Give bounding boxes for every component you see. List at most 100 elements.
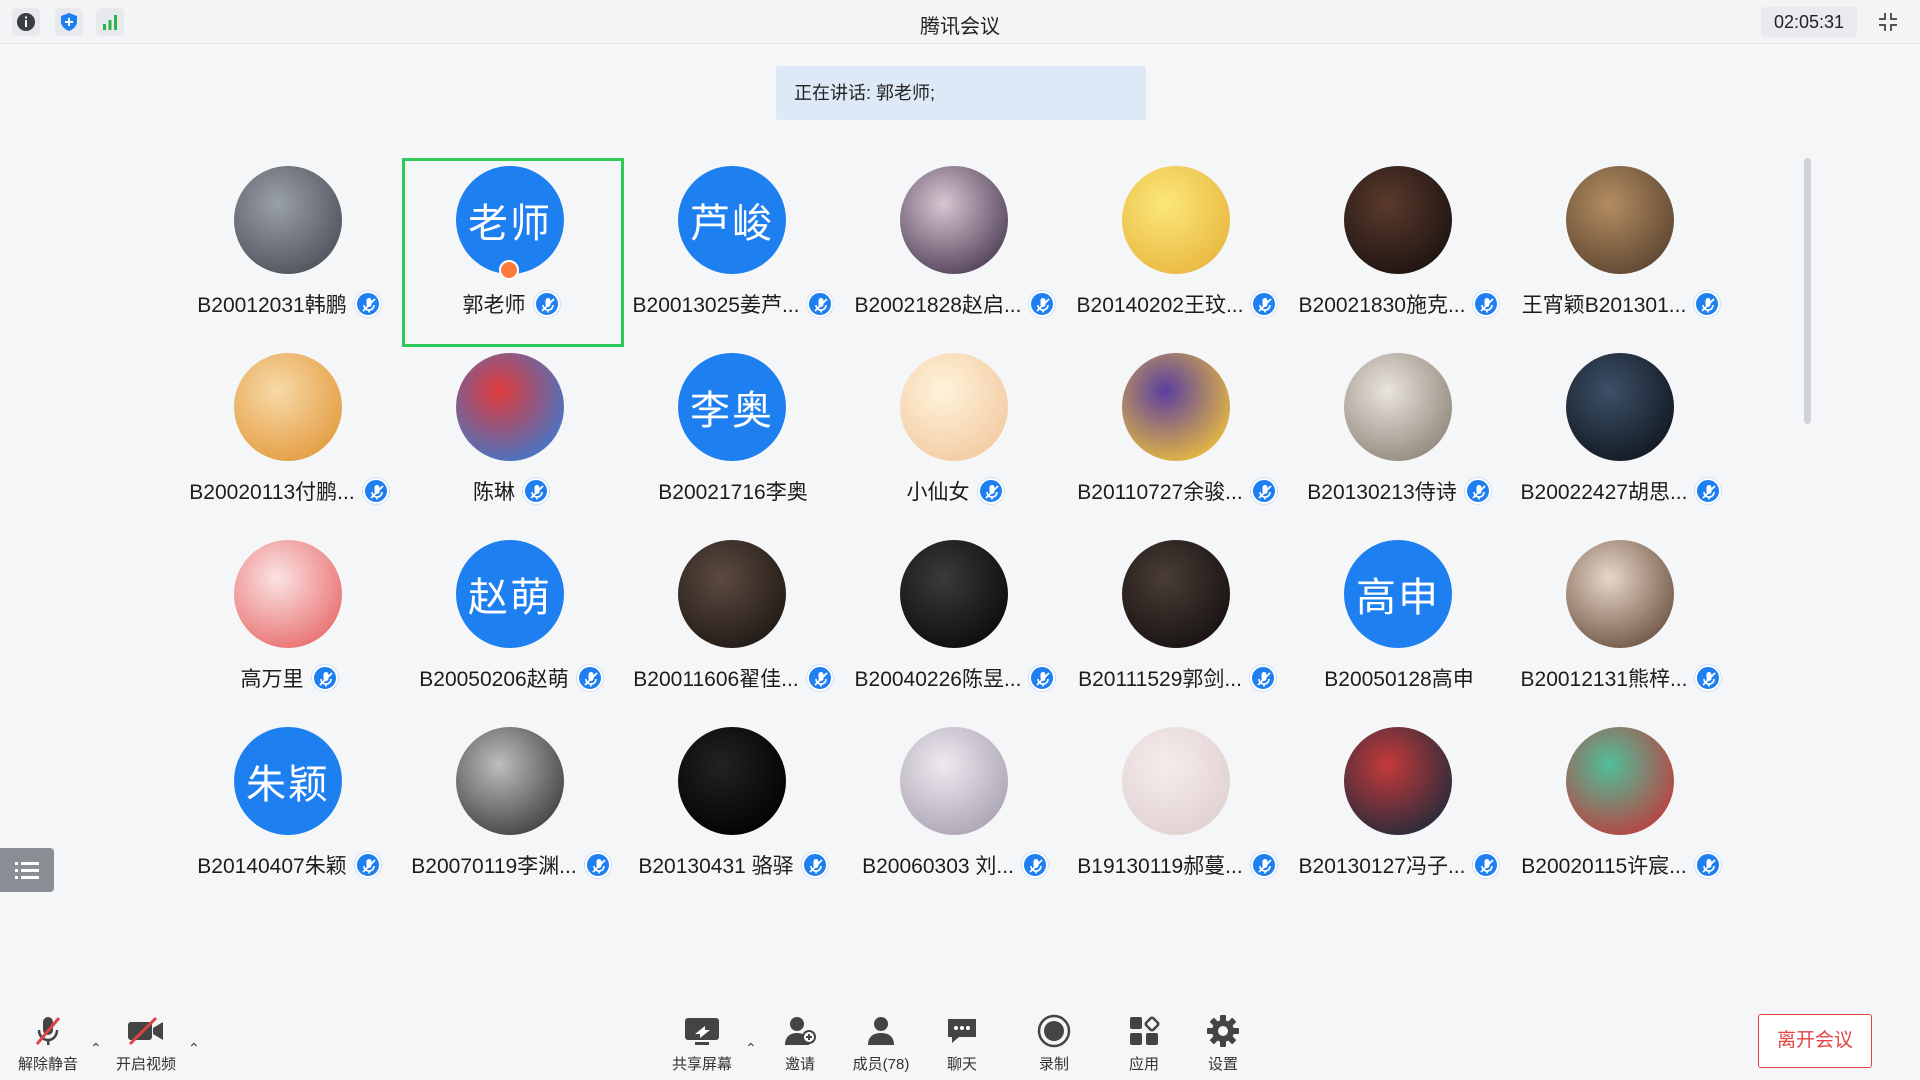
- participant-tile[interactable]: 高申 B20050128高申: [1288, 530, 1510, 717]
- avatar-photo: [900, 540, 1008, 648]
- participant-tile[interactable]: B20070119李渊...: [400, 717, 622, 904]
- participant-name-row: B20130127冯子...: [1288, 848, 1510, 882]
- participant-tile[interactable]: B20060303 刘...: [844, 717, 1066, 904]
- participant-tile[interactable]: B20040226陈昱...: [844, 530, 1066, 717]
- chat-button[interactable]: 聊天: [922, 1014, 1002, 1074]
- participant-tile[interactable]: B20012031韩鹏: [178, 156, 400, 343]
- fullscreen-exit-icon[interactable]: [1872, 7, 1904, 37]
- participant-name-row: B20022427胡思...: [1510, 474, 1732, 508]
- participant-tile[interactable]: 王宵颖B201301...: [1510, 156, 1732, 343]
- participant-tile[interactable]: 陈琳: [400, 343, 622, 530]
- invite-button[interactable]: 邀请: [760, 1014, 840, 1074]
- start-video-button[interactable]: 开启视频: [106, 1014, 186, 1074]
- apps-button[interactable]: 应用: [1104, 1014, 1184, 1074]
- scrollbar[interactable]: [1804, 158, 1811, 424]
- participant-name: B20060303 刘...: [862, 855, 1014, 878]
- video-options-caret[interactable]: ⌃: [188, 1040, 200, 1057]
- avatar[interactable]: [1566, 540, 1674, 648]
- participant-grid: B20012031韩鹏 老师 郭老师 芦峻 B20013025姜芦... B2002182…: [178, 156, 1738, 904]
- avatar[interactable]: [900, 166, 1008, 274]
- avatar[interactable]: 李奥: [678, 353, 786, 461]
- avatar[interactable]: [234, 540, 342, 648]
- avatar[interactable]: [1122, 353, 1230, 461]
- participant-tile[interactable]: 朱颖 B20140407朱颖: [178, 717, 400, 904]
- participant-tile[interactable]: B20140202王玟...: [1066, 156, 1288, 343]
- participant-tile[interactable]: B20020113付鹏...: [178, 343, 400, 530]
- participant-name: B20021828赵启...: [854, 294, 1022, 317]
- apps-icon: [1127, 1014, 1161, 1048]
- avatar[interactable]: 朱颖: [234, 727, 342, 835]
- avatar-photo: [900, 727, 1008, 835]
- participant-tile[interactable]: 老师 郭老师: [400, 156, 624, 347]
- add-user-icon: [783, 1014, 817, 1048]
- participant-tile[interactable]: B20130213侍诗: [1288, 343, 1510, 530]
- record-button[interactable]: 录制: [1014, 1014, 1094, 1074]
- avatar-initials: 赵萌: [468, 576, 552, 620]
- participant-name: B19130119郝蔓...: [1077, 855, 1243, 878]
- participant-name: B20020113付鹏...: [189, 481, 355, 504]
- audio-options-caret[interactable]: ⌃: [90, 1040, 102, 1057]
- participant-tile[interactable]: B20110727余骏...: [1066, 343, 1288, 530]
- participant-tile[interactable]: 小仙女: [844, 343, 1066, 530]
- participant-name: 王宵颖B201301...: [1521, 294, 1687, 317]
- avatar-photo: [234, 166, 342, 274]
- participant-tile[interactable]: 赵萌 B20050206赵萌: [400, 530, 622, 717]
- avatar-photo: [1122, 540, 1230, 648]
- participant-tile[interactable]: 芦峻 B20013025姜芦...: [622, 156, 844, 343]
- avatar[interactable]: [1344, 353, 1452, 461]
- avatar[interactable]: [456, 353, 564, 461]
- participant-tile[interactable]: B20021828赵启...: [844, 156, 1066, 343]
- avatar[interactable]: 高申: [1344, 540, 1452, 648]
- participant-name-row: B20020113付鹏...: [178, 474, 400, 508]
- unmute-button[interactable]: 解除静音: [8, 1014, 88, 1074]
- avatar-photo: [1344, 727, 1452, 835]
- mic-muted-icon: [1694, 852, 1721, 878]
- avatar[interactable]: [1122, 727, 1230, 835]
- window-title: 腾讯会议: [920, 16, 1000, 38]
- avatar[interactable]: [234, 353, 342, 461]
- participant-name-row: B20012031韩鹏: [178, 287, 400, 321]
- settings-button[interactable]: 设置: [1183, 1014, 1263, 1074]
- avatar[interactable]: [678, 727, 786, 835]
- participant-tile[interactable]: B20012131熊梓...: [1510, 530, 1732, 717]
- avatar[interactable]: [1566, 166, 1674, 274]
- leave-meeting-button[interactable]: 离开会议: [1758, 1014, 1872, 1068]
- members-button[interactable]: 成员(78): [841, 1014, 921, 1074]
- avatar[interactable]: [1122, 540, 1230, 648]
- share-options-caret[interactable]: ⌃: [745, 1040, 757, 1057]
- avatar[interactable]: [1344, 727, 1452, 835]
- avatar[interactable]: [900, 540, 1008, 648]
- participant-tile[interactable]: B20011606翟佳...: [622, 530, 844, 717]
- avatar[interactable]: [900, 353, 1008, 461]
- avatar-photo: [1122, 727, 1230, 835]
- avatar[interactable]: 芦峻: [678, 166, 786, 274]
- record-icon: [1037, 1014, 1071, 1048]
- participant-tile[interactable]: B19130119郝蔓...: [1066, 717, 1288, 904]
- avatar[interactable]: [1566, 727, 1674, 835]
- avatar[interactable]: [900, 727, 1008, 835]
- participant-tile[interactable]: B20130127冯子...: [1288, 717, 1510, 904]
- participant-list-toggle[interactable]: [0, 848, 54, 892]
- share-screen-button[interactable]: 共享屏幕: [662, 1014, 742, 1074]
- participant-tile[interactable]: B20111529郭剑...: [1066, 530, 1288, 717]
- avatar[interactable]: 老师: [456, 166, 564, 274]
- avatar[interactable]: [456, 727, 564, 835]
- avatar[interactable]: [1566, 353, 1674, 461]
- avatar[interactable]: [1122, 166, 1230, 274]
- avatar-photo: [900, 166, 1008, 274]
- participant-tile[interactable]: 李奥 B20021716李奥: [622, 343, 844, 530]
- avatar[interactable]: 赵萌: [456, 540, 564, 648]
- avatar[interactable]: [678, 540, 786, 648]
- avatar-initials: 朱颖: [246, 763, 330, 807]
- participant-tile[interactable]: B20022427胡思...: [1510, 343, 1732, 530]
- avatar[interactable]: [1344, 166, 1452, 274]
- mic-muted-icon: [523, 478, 549, 504]
- participant-tile[interactable]: 高万里: [178, 530, 400, 717]
- avatar-photo: [1566, 353, 1674, 461]
- participant-tile[interactable]: B20020115许宸...: [1510, 717, 1732, 904]
- avatar[interactable]: [234, 166, 342, 274]
- mic-muted-icon: [362, 478, 389, 504]
- mic-muted-icon: [354, 852, 381, 878]
- participant-tile[interactable]: B20130431 骆驿: [622, 717, 844, 904]
- participant-tile[interactable]: B20021830施克...: [1288, 156, 1510, 343]
